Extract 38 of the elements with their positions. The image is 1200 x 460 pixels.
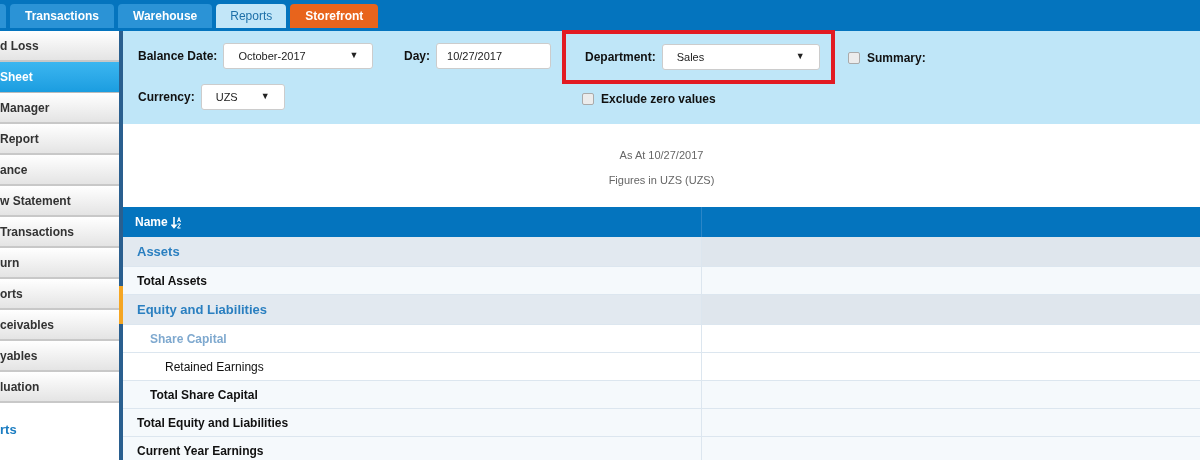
table-cell: Current Year Earnings	[123, 437, 702, 460]
checkbox[interactable]	[582, 93, 594, 105]
field-label: Balance Date:	[138, 48, 218, 65]
dropdown-arrow-icon: ▼	[260, 90, 270, 104]
dropdown-arrow-icon: ▼	[349, 49, 359, 63]
table-cell: Total Share Capital	[123, 381, 702, 408]
sidebar-item[interactable]: d Loss	[0, 31, 119, 62]
nav-tab[interactable]: Reports	[216, 4, 287, 28]
balance-date-dropdown[interactable]: October-2017 ▼	[223, 43, 374, 69]
sidebar-item[interactable]: ance	[0, 155, 119, 186]
sidebar-item[interactable]: orts	[0, 279, 119, 310]
sidebar-item[interactable]: yables	[0, 341, 119, 372]
table-cell: Total Equity and Liabilities	[123, 409, 702, 436]
currency-dropdown[interactable]: UZS ▼	[200, 84, 285, 110]
sidebar-link[interactable]: rts	[0, 420, 119, 440]
collapse-handle[interactable]	[119, 286, 123, 324]
panel-splitter[interactable]	[119, 31, 123, 460]
sidebar-item[interactable]: Manager	[0, 93, 119, 124]
department-dropdown[interactable]: Sales ▼	[661, 44, 820, 70]
report-subtitle: Figures in UZS (UZS)	[608, 172, 715, 188]
checkbox-label: Exclude zero values	[601, 91, 716, 108]
checkbox-label: Summary:	[867, 50, 926, 67]
table-cell: Retained Earnings	[123, 353, 702, 380]
sort-icon[interactable]	[170, 215, 182, 229]
table-cell: Share Capital	[123, 325, 702, 352]
sidebar-item[interactable]: w Statement	[0, 186, 119, 217]
sidebar-item[interactable]: luation	[0, 372, 119, 403]
sidebar-item[interactable]: Transactions	[0, 217, 119, 248]
dropdown-arrow-icon: ▼	[795, 50, 805, 64]
report-subtitle: As At 10/27/2017	[619, 148, 704, 163]
nav-tab[interactable]	[0, 4, 6, 28]
field-label: Day:	[404, 48, 430, 65]
table-cell: Total Assets	[123, 267, 702, 294]
field-label: Department:	[585, 49, 656, 66]
checkbox[interactable]	[848, 52, 860, 64]
field-label: Currency:	[138, 89, 195, 106]
day-input[interactable]: 10/27/2017	[436, 43, 551, 69]
column-header[interactable]: Name	[135, 213, 168, 231]
